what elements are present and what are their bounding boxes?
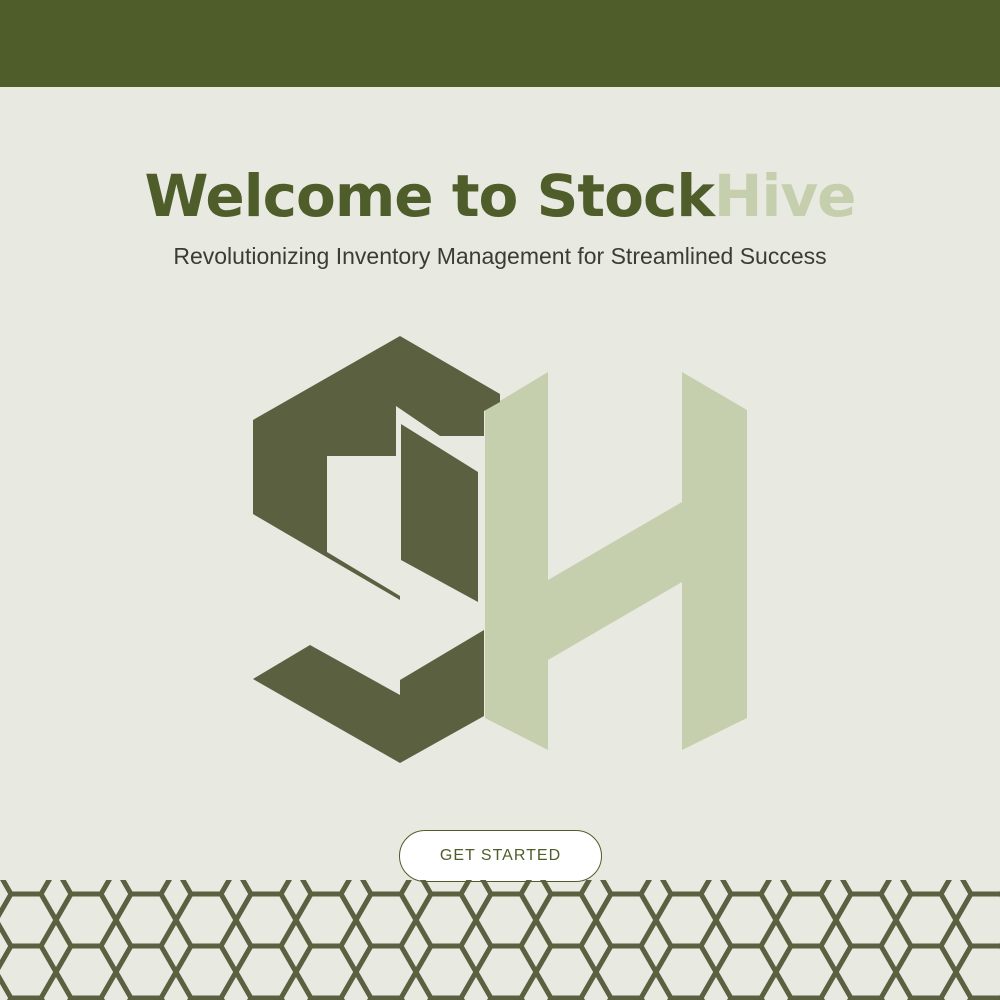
logo-letter-h	[485, 372, 747, 750]
page-title-part-hive: Hive	[713, 162, 857, 230]
get-started-button[interactable]: GET STARTED	[399, 830, 602, 882]
logo-letter-s-inner	[401, 424, 478, 602]
honeycomb-pattern-icon	[0, 880, 1000, 1000]
page-title-part-stock: Welcome to Stock	[144, 162, 715, 230]
stockhive-sh-logo-icon	[253, 336, 747, 763]
top-banner-bar	[0, 0, 1000, 87]
page-title: Welcome to StockHive	[0, 160, 1000, 232]
page-subtitle: Revolutionizing Inventory Management for…	[173, 243, 827, 269]
